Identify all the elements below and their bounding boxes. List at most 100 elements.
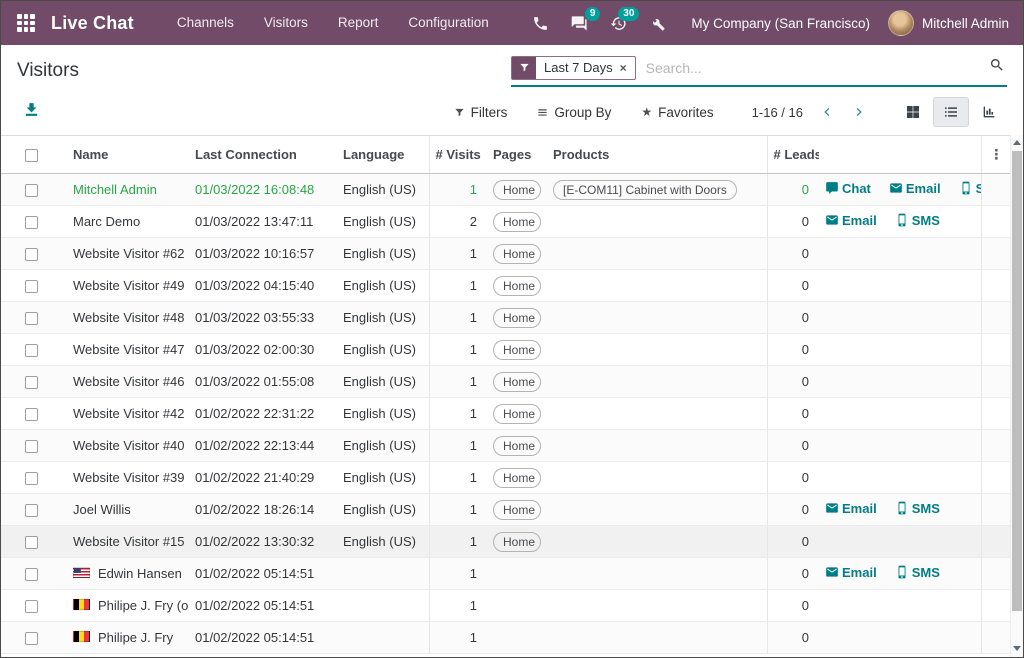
last-connection: 01/02/2022 22:13:44: [189, 430, 337, 462]
row-checkbox[interactable]: [25, 344, 38, 357]
table-row[interactable]: Marc Demo01/03/2022 13:47:11English (US)…: [1, 206, 1011, 238]
pages: Home: [487, 430, 547, 462]
table-row[interactable]: Website Visitor #6201/03/2022 10:16:57En…: [1, 238, 1011, 270]
vertical-scrollbar[interactable]: [1010, 135, 1023, 657]
leads-count: 0: [767, 174, 819, 206]
menu-report[interactable]: Report: [323, 1, 394, 45]
menu-channels[interactable]: Channels: [162, 1, 249, 45]
products: [547, 302, 767, 334]
table-row[interactable]: Website Visitor #4001/02/2022 22:13:44En…: [1, 430, 1011, 462]
row-checkbox[interactable]: [25, 184, 38, 197]
pager-next-button[interactable]: [851, 104, 867, 120]
filters-dropdown[interactable]: Filters: [454, 105, 508, 120]
last-connection: 01/03/2022 10:16:57: [189, 238, 337, 270]
email-icon: [825, 565, 839, 579]
row-checkbox[interactable]: [25, 216, 38, 229]
sms-action-button[interactable]: SMS: [959, 181, 981, 196]
email-action-button[interactable]: Email: [825, 565, 877, 580]
row-checkbox[interactable]: [25, 632, 38, 645]
pages: Home: [487, 270, 547, 302]
table-row[interactable]: Website Visitor #4901/03/2022 04:15:40En…: [1, 270, 1011, 302]
export-button[interactable]: [17, 101, 40, 123]
search-facet[interactable]: Last 7 Days ×: [511, 56, 636, 80]
table-row[interactable]: Edwin Hansen01/02/2022 05:14:5110EmailSM…: [1, 558, 1011, 590]
be-flag-icon: [73, 599, 90, 610]
visits-count: 1: [429, 238, 487, 270]
menu-visitors[interactable]: Visitors: [249, 1, 323, 45]
user-menu[interactable]: Mitchell Admin: [922, 16, 1009, 31]
table-row[interactable]: Website Visitor #1501/02/2022 13:30:32En…: [1, 526, 1011, 558]
activities-clock-icon[interactable]: 30: [599, 15, 638, 32]
column-header-language[interactable]: Language: [337, 136, 429, 174]
row-checkbox[interactable]: [25, 568, 38, 581]
row-checkbox[interactable]: [25, 472, 38, 485]
row-checkbox[interactable]: [25, 280, 38, 293]
table-row[interactable]: Philipe J. Fry01/02/2022 05:14:5110: [1, 622, 1011, 654]
email-action-button[interactable]: Email: [889, 181, 941, 196]
facet-remove-icon[interactable]: ×: [620, 57, 635, 79]
sms-action-button[interactable]: SMS: [895, 565, 940, 580]
column-header-products[interactable]: Products: [547, 136, 767, 174]
scrollbar-thumb[interactable]: [1012, 151, 1022, 611]
user-avatar[interactable]: [888, 10, 914, 36]
favorites-dropdown[interactable]: ★ Favorites: [641, 105, 713, 120]
visits-count: 1: [429, 334, 487, 366]
chat-action-button[interactable]: Chat: [825, 181, 871, 196]
menu-configuration[interactable]: Configuration: [393, 1, 503, 45]
visits-count: 1: [429, 302, 487, 334]
graph-view-button[interactable]: [971, 97, 1007, 127]
column-header-visits[interactable]: # Visits: [429, 136, 487, 174]
row-checkbox[interactable]: [25, 376, 38, 389]
search-bar[interactable]: Last 7 Days ×: [511, 56, 1007, 87]
column-header-last-connection[interactable]: Last Connection: [189, 136, 337, 174]
visits-count: 1: [429, 558, 487, 590]
select-all-checkbox[interactable]: [25, 149, 38, 162]
row-actions: Email SMS: [819, 494, 981, 526]
scroll-up-icon[interactable]: [1011, 135, 1023, 149]
language: English (US): [337, 366, 429, 398]
group-by-dropdown[interactable]: Group By: [537, 105, 611, 120]
table-row[interactable]: Website Visitor #3901/02/2022 21:40:29En…: [1, 462, 1011, 494]
messages-icon[interactable]: 9: [560, 15, 599, 32]
kanban-view-button[interactable]: [895, 97, 931, 127]
apps-menu-icon[interactable]: [17, 14, 35, 32]
scroll-down-icon[interactable]: [1011, 641, 1023, 655]
table-row[interactable]: Website Visitor #4601/03/2022 01:55:08En…: [1, 366, 1011, 398]
row-checkbox[interactable]: [25, 536, 38, 549]
row-checkbox[interactable]: [25, 408, 38, 421]
table-row[interactable]: Philipe J. Fry (old)01/02/2022 05:14:511…: [1, 590, 1011, 622]
column-header-name[interactable]: Name: [57, 136, 189, 174]
email-icon: [825, 501, 839, 515]
tools-icon[interactable]: [638, 15, 677, 32]
column-header-leads[interactable]: # Leads: [767, 136, 819, 174]
language: English (US): [337, 238, 429, 270]
row-checkbox[interactable]: [25, 600, 38, 613]
row-checkbox[interactable]: [25, 312, 38, 325]
pages: Home: [487, 334, 547, 366]
table-row[interactable]: Joel Willis01/02/2022 18:26:14English (U…: [1, 494, 1011, 526]
leads-count: 0: [767, 206, 819, 238]
search-input[interactable]: [644, 59, 989, 77]
top-navbar: Live Chat Channels Visitors Report Confi…: [1, 1, 1023, 45]
row-checkbox[interactable]: [25, 440, 38, 453]
phone-icon[interactable]: [521, 15, 560, 32]
email-action-button[interactable]: Email: [825, 501, 877, 516]
company-switcher[interactable]: My Company (San Francisco): [691, 16, 870, 31]
list-view-button[interactable]: [933, 97, 969, 127]
email-action-button[interactable]: Email: [825, 213, 877, 228]
table-row[interactable]: Website Visitor #4801/03/2022 03:55:33En…: [1, 302, 1011, 334]
search-icon[interactable]: [989, 57, 1005, 78]
app-window: Live Chat Channels Visitors Report Confi…: [0, 0, 1024, 658]
table-row[interactable]: Website Visitor #4201/02/2022 22:31:22En…: [1, 398, 1011, 430]
messages-badge: 9: [585, 7, 601, 21]
app-title[interactable]: Live Chat: [51, 13, 134, 34]
table-row[interactable]: Mitchell Admin01/03/2022 16:08:48English…: [1, 174, 1011, 206]
row-checkbox[interactable]: [25, 504, 38, 517]
column-header-pages[interactable]: Pages: [487, 136, 547, 174]
column-options-button[interactable]: ⋮: [981, 136, 1011, 174]
sms-action-button[interactable]: SMS: [895, 501, 940, 516]
sms-action-button[interactable]: SMS: [895, 213, 940, 228]
table-row[interactable]: Website Visitor #4701/03/2022 02:00:30En…: [1, 334, 1011, 366]
row-checkbox[interactable]: [25, 248, 38, 261]
pager-previous-button[interactable]: [819, 104, 835, 120]
